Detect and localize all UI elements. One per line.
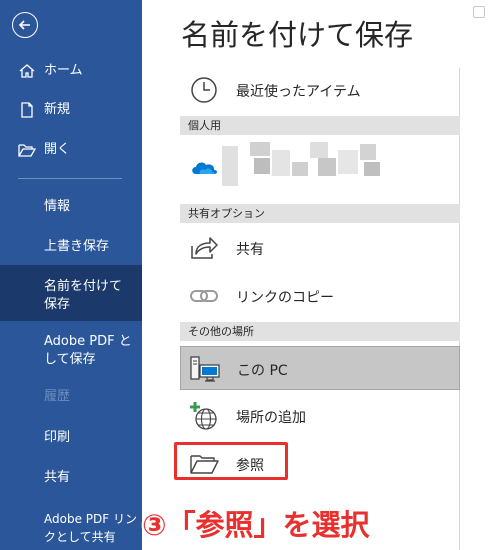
account-blur: [222, 146, 238, 186]
account-blur: [360, 144, 376, 160]
nav-item-share-adobe-pdf-link-label: Adobe PDF リンクとして共有: [44, 512, 137, 544]
account-blur: [272, 150, 290, 176]
nav-item-info-label: 情報: [44, 199, 71, 214]
location-recent[interactable]: 最近使ったアイテム: [180, 68, 460, 112]
section-header-other-places: その他の場所: [180, 322, 460, 341]
nav-item-home-label: ホーム: [44, 63, 83, 78]
nav-item-save-label: 上書き保存: [44, 239, 110, 254]
nav-item-save-as[interactable]: 名前を付けて保存: [0, 265, 142, 321]
nav-item-save-as-label: 名前を付けて保存: [44, 279, 123, 312]
link-chain-icon: [190, 290, 218, 302]
account-blur: [292, 162, 308, 176]
account-blur: [310, 142, 328, 158]
share-arrow-icon: [191, 237, 218, 259]
back-arrow-icon: [18, 20, 30, 30]
location-share[interactable]: 共有: [180, 226, 460, 270]
open-folder-icon: [18, 144, 36, 157]
section-header-personal: 個人用: [180, 116, 460, 135]
location-this-pc[interactable]: この PC: [180, 346, 460, 390]
nav-item-print-label: 印刷: [44, 430, 71, 445]
nav-item-share-adobe-pdf-link[interactable]: Adobe PDF リンクとして共有: [0, 510, 142, 550]
nav-item-history-label: 履歴: [44, 389, 71, 404]
browse-highlight-box: [174, 442, 288, 480]
home-icon: [19, 64, 35, 78]
new-document-icon: [21, 102, 33, 118]
location-copy-link[interactable]: リンクのコピー: [180, 274, 460, 318]
add-place-globe-icon: [190, 402, 217, 430]
window-control[interactable]: [473, 6, 485, 18]
nav-item-save-as-adobe-pdf[interactable]: Adobe PDF として保存: [0, 333, 142, 373]
nav-item-open-label: 開く: [44, 142, 71, 157]
account-blur: [250, 142, 270, 156]
nav-item-new-label: 新規: [44, 102, 71, 117]
location-this-pc-label: この PC: [237, 363, 288, 379]
instruction-annotation: ③「参照」を選択: [142, 508, 370, 542]
nav-divider: [18, 178, 122, 179]
onedrive-cloud-icon: [192, 162, 217, 174]
back-button[interactable]: [12, 12, 38, 38]
computer-icon: [190, 356, 220, 382]
nav-item-share-label: 共有: [44, 470, 71, 485]
location-onedrive[interactable]: [180, 140, 460, 198]
account-blur: [318, 158, 336, 176]
page-title: 名前を付けて保存: [181, 18, 414, 52]
backstage-nav: ホーム 新規 開く 情報 上書き保存 名前を付けて保存 Adobe PDF とし…: [0, 0, 142, 550]
clock-icon: [191, 77, 217, 103]
location-add-place[interactable]: 場所の追加: [180, 394, 460, 438]
location-add-place-label: 場所の追加: [236, 410, 306, 426]
account-blur: [338, 150, 358, 174]
account-blur: [254, 158, 270, 174]
account-blur: [364, 162, 380, 176]
location-share-label: 共有: [236, 242, 264, 258]
location-copy-link-label: リンクのコピー: [236, 290, 334, 306]
section-header-share-options: 共有オプション: [180, 204, 460, 223]
location-recent-label: 最近使ったアイテム: [236, 84, 361, 100]
nav-item-save-as-adobe-pdf-label: Adobe PDF として保存: [44, 334, 132, 367]
